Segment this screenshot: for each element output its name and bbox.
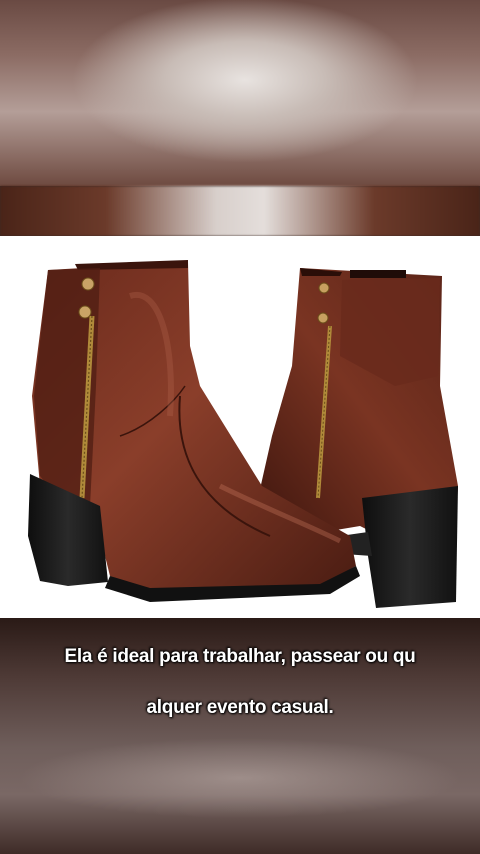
blurred-background-top [0,0,480,186]
blurred-background-band [0,186,480,236]
subtitle-line-2: alquer evento casual. [146,697,334,718]
product-photo [0,236,480,618]
ankle-boots-image [28,260,458,608]
subtitle-line-1: Ela é ideal para trabalhar, passear ou q… [64,646,416,667]
